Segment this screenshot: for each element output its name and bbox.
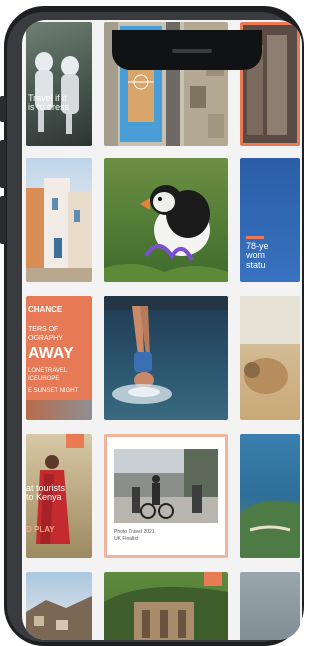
post-tile-kenya[interactable]: at tourists to Kenya D PLAY [26,434,92,558]
post-tile-puffin[interactable] [104,158,228,282]
post-tile-photography-poster[interactable]: CHANCE TERS OF OGRAPHY AWAY LONETRAVEL I… [26,296,92,420]
kenya-cta[interactable]: D PLAY [26,525,55,534]
kenya-accent-flag [66,434,84,448]
village-image [26,178,92,282]
phone-side-button [0,96,6,122]
post-tile-diver[interactable] [104,296,228,420]
phone-volume-up-button [0,140,6,188]
ruins-accent-flag [204,572,222,586]
sheep-image [240,296,300,394]
coast-image [240,500,300,558]
phone-speaker [172,49,212,53]
post-tile-edge-bottom[interactable] [240,572,300,640]
diver-image [104,296,228,404]
post-tile-town[interactable] [26,572,92,640]
post-tile-sheep[interactable] [240,296,300,420]
astronauts-caption-line-2: is to dress [28,102,70,113]
phone-volume-down-button [0,196,6,244]
poster-sub-line-2: ICEUROPE [28,376,60,382]
cyclists-caption-line-2: UK Finalist [114,535,139,542]
phone-screen: Travel if it is to dress 78-ye wom statu… [22,20,302,640]
astronauts-image [35,52,79,134]
kenya-caption-line-2: to Kenya [26,492,62,503]
poster-title-line-4: AWAY [28,345,74,362]
cyclists-caption-line-1: Photo Travel 2021 [114,529,155,535]
statue-caption-line-3: statu [246,259,266,270]
poster-photo-strip [26,400,92,420]
poster-title-line-2: TERS OF [28,326,59,333]
post-tile-astronauts[interactable]: Travel if it is to dress [26,22,92,146]
post-tile-cyclists[interactable]: Photo Travel 2021 UK Finalist [104,434,228,558]
post-tile-statue[interactable]: 78-ye wom statu [240,158,300,282]
puffin-image [104,185,228,282]
poster-title-line-3: OGRAPHY [28,335,64,342]
town-image [26,596,92,640]
post-tile-ruins[interactable] [104,572,228,640]
poster-title-line-1: CHANCE [28,305,63,314]
post-tile-coast[interactable] [240,434,300,558]
poster-sub-line-1: LONETRAVEL [28,368,68,374]
cyclists-image [114,449,218,523]
post-tile-village[interactable] [26,158,92,282]
statue-accent-bar [246,236,264,239]
poster-sub-line-3: E SUNSET NIGHT [28,388,79,394]
